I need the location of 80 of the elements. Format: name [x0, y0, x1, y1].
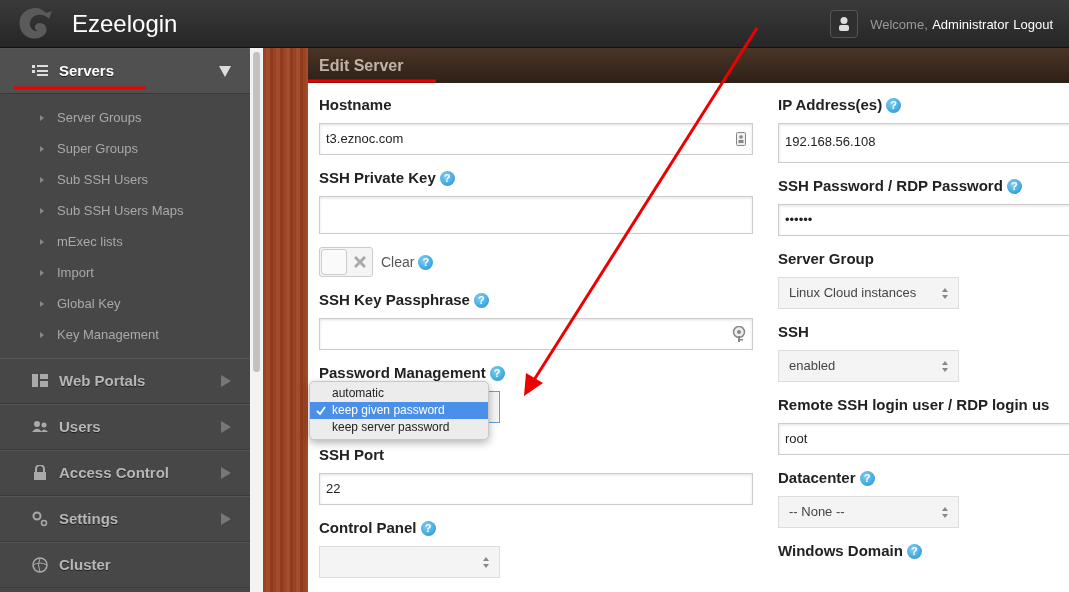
- help-icon[interactable]: ?: [418, 254, 434, 270]
- sidebar-label: Access Control: [59, 462, 170, 483]
- bullet-icon: [40, 300, 44, 307]
- sidebar-subitem[interactable]: Sub SSH Users: [0, 164, 250, 195]
- select-field[interactable]: -- None --: [778, 496, 959, 528]
- bullet-icon: [40, 176, 44, 183]
- field-label: SSH: [778, 323, 809, 340]
- text-field[interactable]: [319, 318, 753, 350]
- logout-link[interactable]: Logout: [1013, 16, 1053, 32]
- select-arrows-icon: [942, 360, 948, 372]
- dropdown-option[interactable]: keep server password: [310, 419, 488, 436]
- field-label: Remote SSH login user / RDP login us: [778, 396, 1050, 413]
- sidebar-subitem[interactable]: Super Groups: [0, 133, 250, 164]
- sidebar-label: Servers: [59, 60, 115, 81]
- sidebar-item[interactable]: Access Control: [0, 450, 250, 496]
- text-field[interactable]: t3.eznoc.com: [319, 123, 753, 155]
- sidebar-label: Web Portals: [59, 370, 146, 391]
- lock-icon: [32, 465, 48, 481]
- sidebar-subitem[interactable]: Import: [0, 257, 250, 288]
- toggle-switch[interactable]: [319, 247, 373, 277]
- gears-icon: [32, 511, 48, 527]
- field-label: SSH Private Key: [319, 169, 436, 186]
- brand-name: Ezeelogin: [72, 8, 178, 39]
- select-arrows-icon: [483, 556, 489, 568]
- user-icon: [838, 16, 851, 31]
- bullet-icon: [40, 331, 44, 338]
- sidebar-subitem[interactable]: Server Groups: [0, 102, 250, 133]
- textarea-field[interactable]: 192.168.56.108: [778, 123, 1069, 163]
- select-arrows-icon: [942, 506, 948, 518]
- sidebar-subitem[interactable]: Key Management: [0, 319, 250, 350]
- sidebar-subitem[interactable]: Sub SSH Users Maps: [0, 195, 250, 226]
- text-field[interactable]: 22: [319, 473, 753, 505]
- select-field[interactable]: enabled: [778, 350, 959, 382]
- ball-icon: [32, 557, 48, 573]
- bullet-icon: [40, 238, 44, 245]
- select-field[interactable]: Linux Cloud instances: [778, 277, 959, 309]
- bullet-icon: [40, 114, 44, 121]
- textarea-field[interactable]: [319, 196, 753, 234]
- toggle-label: Clear: [381, 252, 415, 272]
- close-icon: [354, 256, 366, 268]
- panel-title: Edit Server: [308, 48, 1069, 83]
- check-icon: [316, 406, 326, 415]
- sidebar-label: Users: [59, 416, 101, 437]
- sidebar-item[interactable]: Settings: [0, 496, 250, 542]
- field-label: Server Group: [778, 250, 874, 267]
- text-field[interactable]: root: [778, 423, 1069, 455]
- text-field[interactable]: ••••••: [778, 204, 1069, 236]
- key-icon[interactable]: [732, 326, 746, 342]
- field-label: SSH Port: [319, 446, 384, 463]
- welcome-text: Welcome,: [870, 16, 928, 32]
- sidebar-subitem[interactable]: Global Key: [0, 288, 250, 319]
- user-name: Administrator: [932, 16, 1009, 32]
- users-icon: [32, 419, 48, 435]
- sidebar-subitem[interactable]: mExec lists: [0, 226, 250, 257]
- contact-card-icon[interactable]: [736, 132, 746, 146]
- field-label: Password Management: [319, 364, 486, 381]
- scrollbar[interactable]: [250, 48, 263, 592]
- sidebar-label: Settings: [59, 508, 119, 529]
- select-arrows-icon: [942, 287, 948, 299]
- layout-icon: [32, 373, 48, 389]
- bullet-icon: [40, 145, 44, 152]
- sidebar-item[interactable]: Servers: [0, 48, 250, 94]
- field-label: SSH Password / RDP Password: [778, 177, 1003, 194]
- field-label: Datacenter: [778, 469, 856, 486]
- bullet-icon: [40, 269, 44, 276]
- field-label: IP Address(es): [778, 96, 883, 113]
- field-label: SSH Key Passphrase: [319, 291, 470, 308]
- dropdown-option[interactable]: keep given password: [310, 402, 488, 419]
- dropdown-option[interactable]: automatic: [310, 385, 488, 402]
- sidebar-label: Cluster: [59, 554, 111, 575]
- sidebar-item[interactable]: Web Portals: [0, 358, 250, 404]
- sidebar-item[interactable]: Users: [0, 404, 250, 450]
- field-label: Control Panel: [319, 519, 417, 536]
- sidebar-item[interactable]: Cluster: [0, 542, 250, 588]
- list-icon: [32, 63, 48, 79]
- select-field[interactable]: [319, 546, 500, 578]
- bullet-icon: [40, 207, 44, 214]
- field-label: Windows Domain: [778, 542, 903, 559]
- field-label: Hostname: [319, 96, 392, 113]
- user-avatar-button[interactable]: [830, 9, 859, 38]
